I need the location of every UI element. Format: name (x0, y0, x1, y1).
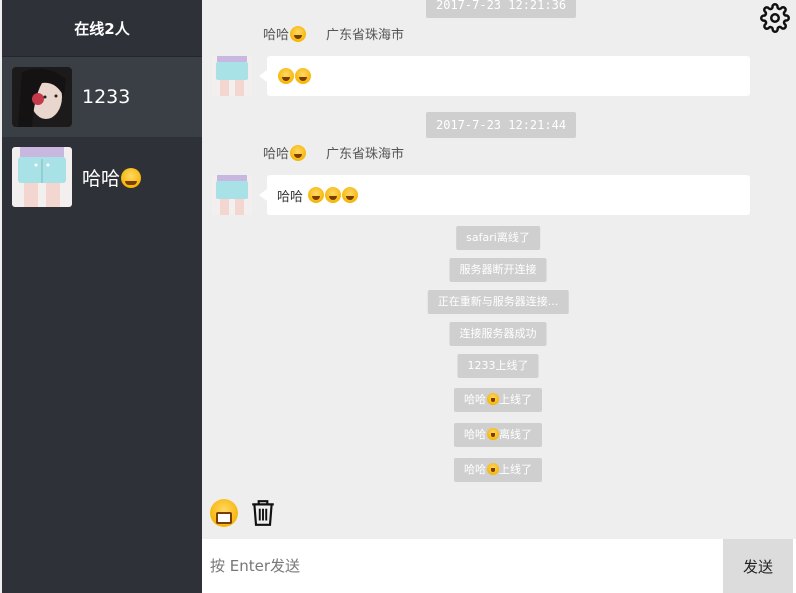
composer-toolbar (210, 499, 276, 527)
message-bubble (259, 56, 750, 96)
message-meta: 哈哈 广东省珠海市 (263, 143, 404, 162)
timestamp: 2017-7-23 12:21:36 (426, 0, 577, 18)
system-note: 哈哈 上线了 (454, 458, 542, 482)
system-note: 正在重新与服务器连接... (427, 290, 569, 314)
no-mouth-emoji-icon (325, 187, 342, 203)
system-note: 1233上线了 (457, 354, 539, 378)
sweat-smile-emoji-icon (278, 68, 294, 84)
grin-emoji-icon (121, 167, 142, 188)
grin-emoji-icon (290, 145, 307, 161)
sidebar: 在线2人 1233 哈哈 (2, 0, 202, 593)
emoji-icon[interactable] (210, 499, 238, 527)
avatar (12, 147, 72, 207)
send-button[interactable]: 发送 (723, 539, 793, 593)
anxious-emoji-icon (308, 187, 325, 203)
composer: 发送 (202, 539, 796, 593)
sender-name: 哈哈 (263, 24, 307, 43)
system-note: 哈哈 离线了 (454, 423, 542, 447)
online-count: 在线2人 (2, 0, 202, 57)
user-item-haha[interactable]: 哈哈 (2, 137, 202, 217)
sender-location: 广东省珠海市 (326, 147, 405, 162)
user-name: 哈哈 (82, 164, 142, 191)
message-meta: 哈哈 广东省珠海市 (263, 24, 404, 43)
system-note: 哈哈 上线了 (454, 388, 542, 412)
message-avatar (212, 175, 252, 215)
sender-name: 哈哈 (263, 143, 307, 162)
halo-emoji-icon (295, 68, 311, 84)
grin-emoji-icon (290, 26, 307, 42)
grin-emoji-icon (487, 393, 499, 405)
system-note: safari离线了 (456, 226, 540, 250)
user-name: 1233 (82, 86, 131, 108)
message-input[interactable] (202, 539, 722, 593)
timestamp: 2017-7-23 12:21:44 (426, 112, 577, 138)
astonished-emoji-icon (342, 187, 359, 203)
grin-emoji-icon (487, 428, 499, 440)
avatar (12, 67, 72, 127)
gear-icon[interactable] (760, 3, 790, 33)
message-bubble: 哈哈 (259, 175, 750, 215)
trash-icon[interactable] (250, 499, 276, 527)
sender-location: 广东省珠海市 (326, 28, 405, 43)
system-note: 连接服务器成功 (449, 322, 547, 346)
grin-emoji-icon (487, 463, 499, 475)
system-note: 服务器断开连接 (449, 258, 547, 282)
message-avatar (212, 56, 252, 96)
user-item-1233[interactable]: 1233 (2, 57, 202, 137)
chat-panel: 2017-7-23 12:21:36 哈哈 广东省珠海市 2017-7-23 1… (202, 0, 796, 593)
